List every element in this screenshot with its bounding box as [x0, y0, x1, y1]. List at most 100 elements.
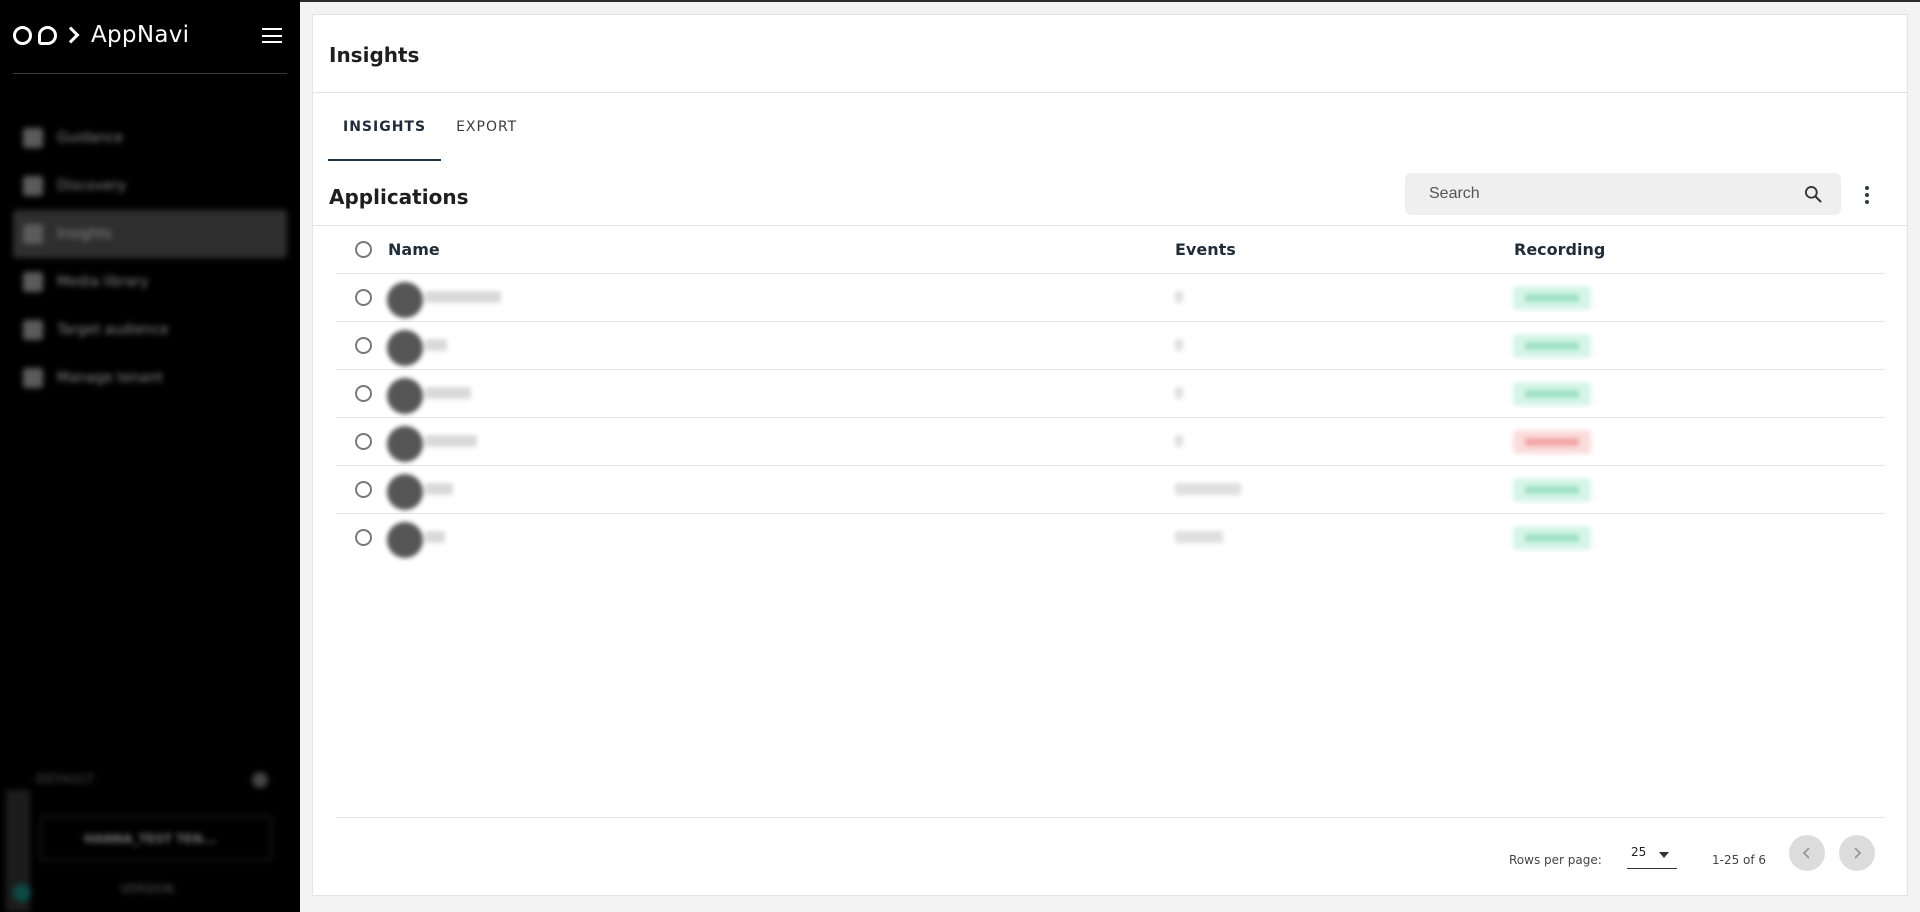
search-box: [1405, 173, 1841, 215]
rows-per-page-select[interactable]: 25: [1627, 839, 1677, 869]
app-name: [425, 291, 501, 303]
row-content: [387, 322, 1673, 370]
applications-table: Name Events Recording: [337, 226, 1885, 562]
table-row[interactable]: [337, 274, 1885, 322]
row-select-radio[interactable]: [355, 433, 372, 450]
menu-toggle-icon[interactable]: [262, 28, 282, 43]
recording-status-badge: [1513, 382, 1591, 406]
app-events: [1175, 339, 1183, 351]
help-icon[interactable]: [13, 884, 31, 902]
chevron-down-icon: [1659, 852, 1669, 858]
pagination-range: 1-25 of 6: [1712, 853, 1767, 867]
recording-status-badge: [1513, 478, 1591, 502]
workspace-label: DEFAULT: [36, 772, 95, 786]
table-footer-divider: [337, 817, 1885, 818]
row-content: [387, 418, 1673, 466]
row-content: [387, 370, 1673, 418]
section-title: Applications: [329, 185, 469, 209]
recording-status-badge: [1513, 334, 1591, 358]
app-name: [425, 483, 453, 495]
page-title: Insights: [329, 43, 420, 67]
recording-status-badge: [1513, 430, 1591, 454]
table-header-row: Name Events Recording: [337, 226, 1885, 274]
row-select-radio[interactable]: [355, 529, 372, 546]
previous-page-button[interactable]: [1789, 835, 1825, 871]
discovery-icon: [23, 176, 43, 196]
column-header-recording[interactable]: Recording: [1514, 240, 1605, 259]
sidebar-item-label: Media library: [57, 274, 149, 290]
appnavi-logo-icon: [13, 25, 80, 45]
insights-icon: [23, 224, 43, 244]
table-row[interactable]: [337, 466, 1885, 514]
table-row[interactable]: [337, 370, 1885, 418]
more-options-icon[interactable]: [1857, 183, 1877, 207]
gear-icon[interactable]: [252, 772, 268, 788]
app-name: [425, 435, 477, 447]
column-header-events[interactable]: Events: [1175, 240, 1236, 259]
sidebar-item-label: Target audience: [57, 322, 169, 338]
sidebar: AppNavi Guidance Discovery Insights Medi…: [0, 0, 300, 912]
tab-insights[interactable]: INSIGHTS: [328, 113, 442, 161]
app-name: [425, 531, 445, 543]
workspace-panel: DEFAULT HANNA_TEST TEN... VERSION: [0, 760, 300, 912]
recording-status-badge: [1513, 526, 1591, 550]
table-row[interactable]: [337, 514, 1885, 562]
sidebar-item-guidance[interactable]: Guidance: [13, 114, 287, 162]
app-avatar: [387, 522, 423, 558]
app-events: [1175, 435, 1183, 447]
app-avatar: [387, 426, 423, 462]
sidebar-item-label: Manage tenant: [57, 370, 163, 386]
select-all-radio[interactable]: [355, 241, 372, 258]
row-select-radio[interactable]: [355, 481, 372, 498]
brand-name: AppNavi: [91, 22, 190, 48]
header-divider: [313, 92, 1907, 93]
row-content: [387, 514, 1673, 562]
chevron-left-icon: [1802, 847, 1810, 859]
sidebar-item-discovery[interactable]: Discovery: [13, 162, 287, 210]
app-avatar: [387, 474, 423, 510]
table-row[interactable]: [337, 322, 1885, 370]
target-audience-icon: [23, 320, 43, 340]
row-content: [387, 466, 1673, 514]
search-icon[interactable]: [1803, 184, 1823, 204]
app-avatar: [387, 378, 423, 414]
sidebar-item-label: Guidance: [57, 130, 124, 146]
media-library-icon: [23, 272, 43, 292]
sidebar-item-target-audience[interactable]: Target audience: [13, 306, 287, 354]
row-select-radio[interactable]: [355, 289, 372, 306]
rows-per-page-label: Rows per page:: [1509, 853, 1602, 867]
row-content: [387, 274, 1673, 322]
app-events: [1175, 531, 1223, 543]
tab-export[interactable]: EXPORT: [441, 113, 532, 161]
app-version: VERSION: [120, 882, 174, 896]
tab-bar: INSIGHTS EXPORT: [328, 113, 532, 161]
table-row[interactable]: [337, 418, 1885, 466]
manage-tenant-icon: [23, 368, 43, 388]
brand[interactable]: AppNavi: [13, 18, 189, 52]
tenant-name: HANNA_TEST TEN...: [84, 832, 217, 846]
app-avatar: [387, 330, 423, 366]
recording-status-badge: [1513, 286, 1591, 310]
sidebar-item-label: Insights: [57, 226, 112, 242]
search-input[interactable]: [1405, 173, 1785, 215]
app-name: [425, 339, 447, 351]
column-header-name[interactable]: Name: [388, 240, 440, 259]
sidebar-item-media-library[interactable]: Media library: [13, 258, 287, 306]
app-events: [1175, 483, 1241, 495]
row-select-radio[interactable]: [355, 337, 372, 354]
sidebar-nav: Guidance Discovery Insights Media librar…: [13, 114, 287, 402]
main-card: Insights INSIGHTS EXPORT Applications Na…: [312, 14, 1908, 896]
sidebar-item-label: Discovery: [57, 178, 127, 194]
app-avatar: [387, 282, 423, 318]
app-events: [1175, 291, 1183, 303]
app-name: [425, 387, 471, 399]
rows-per-page-value: 25: [1631, 845, 1647, 859]
sidebar-divider: [13, 73, 287, 74]
guidance-icon: [23, 128, 43, 148]
chevron-right-icon: [1854, 847, 1862, 859]
sidebar-item-insights[interactable]: Insights: [13, 210, 287, 258]
row-select-radio[interactable]: [355, 385, 372, 402]
sidebar-item-manage-tenant[interactable]: Manage tenant: [13, 354, 287, 402]
app-events: [1175, 387, 1183, 399]
next-page-button[interactable]: [1839, 835, 1875, 871]
